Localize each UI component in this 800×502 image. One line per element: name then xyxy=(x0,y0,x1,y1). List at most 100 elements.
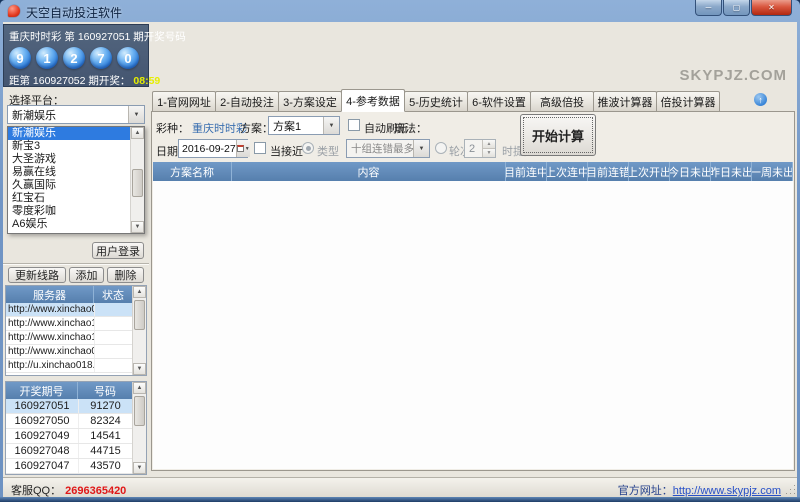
scroll-thumb[interactable] xyxy=(134,396,145,426)
site-link[interactable]: http://www.skypjz.com xyxy=(673,485,781,497)
draw-row[interactable]: 16092704844715 xyxy=(6,444,132,459)
result-col-header[interactable]: 目前连错 xyxy=(588,162,629,181)
draw-ball: 9 xyxy=(9,47,31,69)
app-icon xyxy=(8,5,20,17)
user-login-button[interactable]: 用户登录 xyxy=(92,242,144,259)
add-button[interactable]: 添加 xyxy=(69,267,104,283)
calendar-icon[interactable]: ▼ xyxy=(236,140,250,157)
date-input[interactable]: 2016-09-27 ▼ xyxy=(178,139,248,158)
result-col-header[interactable]: 上次开出 xyxy=(629,162,670,181)
platform-list-item[interactable]: 新宝3 xyxy=(8,140,130,153)
result-table-header: 方案名称内容目前连中上次连中目前连错上次开出今日未出昨日未出一周未出 xyxy=(153,162,793,181)
server-status-cell xyxy=(94,317,132,330)
platform-items: 新潮娱乐新宝3大圣游戏易赢在线久赢国际红宝石零度彩咖A6娱乐 xyxy=(8,127,130,233)
tab-7[interactable]: 高级倍投 xyxy=(530,91,594,112)
scroll-down-icon[interactable]: ▼ xyxy=(131,221,144,233)
start-calculate-button[interactable]: 开始计算 xyxy=(520,114,596,156)
tab-8[interactable]: 推波计算器 xyxy=(593,91,657,112)
server-table: 服务器 状态 http://www.xinchao06...http://www… xyxy=(5,285,147,376)
result-table-body xyxy=(153,181,793,469)
result-col-header[interactable]: 内容 xyxy=(232,162,506,181)
result-col-header[interactable]: 昨日未出 xyxy=(711,162,752,181)
maximize-button[interactable]: ▢ xyxy=(723,0,750,16)
result-col-header[interactable]: 方案名称 xyxy=(153,162,232,181)
update-lines-button[interactable]: 更新线路 xyxy=(8,267,66,283)
draw-number-cell: 43570 xyxy=(78,459,132,473)
tab-3[interactable]: 3-方案设定 xyxy=(278,91,342,112)
spinner-up-icon[interactable]: ▲ xyxy=(483,140,495,148)
platform-list-item[interactable]: 新潮娱乐 xyxy=(8,127,130,140)
chevron-down-icon[interactable]: ▼ xyxy=(413,140,429,157)
calendar-glyph xyxy=(237,145,244,152)
tab-5[interactable]: 5-历史统计 xyxy=(404,91,468,112)
result-col-header[interactable]: 一周未出 xyxy=(752,162,793,181)
scroll-thumb[interactable] xyxy=(134,300,145,330)
delete-button[interactable]: 删除 xyxy=(107,267,144,283)
scroll-down-icon[interactable]: ▼ xyxy=(133,462,146,474)
platform-list-item[interactable]: A6娱乐 xyxy=(8,218,130,231)
draw-row[interactable]: 16092705082324 xyxy=(6,414,132,429)
chevron-down-icon[interactable]: ▼ xyxy=(323,117,339,134)
brand-text: SKYPJZ.COM xyxy=(679,67,787,84)
tab-9[interactable]: 倍投计算器 xyxy=(656,91,720,112)
streak-select[interactable]: 十组连错最多 ▼ xyxy=(346,139,430,158)
round-spinner[interactable]: 2 ▲▼ xyxy=(464,139,496,158)
platform-list-scrollbar[interactable]: ▲ ▼ xyxy=(130,127,144,233)
scroll-down-icon[interactable]: ▼ xyxy=(133,363,146,375)
result-col-header[interactable]: 上次连中 xyxy=(547,162,588,181)
plan-select[interactable]: 方案1 ▼ xyxy=(268,116,340,135)
draw-history-table: 开奖期号 号码 16092705191270160927050823241609… xyxy=(5,381,147,475)
server-table-scrollbar[interactable]: ▲ ▼ xyxy=(132,286,146,375)
spinner-down-icon[interactable]: ▼ xyxy=(483,148,495,157)
draw-number-cell: 82324 xyxy=(78,414,132,428)
titlebar[interactable]: 天空自动投注软件 ─ ▢ ✕ xyxy=(0,0,800,22)
platform-select[interactable]: 新潮娱乐 ▼ xyxy=(7,105,145,124)
draw-row[interactable]: 16092704743570 xyxy=(6,459,132,474)
server-col-header[interactable]: 服务器 xyxy=(6,286,94,303)
tab-1[interactable]: 1-官网网址 xyxy=(152,91,216,112)
draw-row[interactable]: 16092704914541 xyxy=(6,429,132,444)
countdown-value: 08:59 xyxy=(133,75,160,87)
status-col-header[interactable]: 状态 xyxy=(94,286,132,303)
platform-list-item[interactable]: 大圣游戏 xyxy=(8,153,130,166)
server-row[interactable]: http://www.xinchao15... xyxy=(6,317,132,331)
platform-list-item[interactable]: 零度彩咖 xyxy=(8,205,130,218)
close-button[interactable]: ✕ xyxy=(751,0,792,16)
server-row[interactable]: http://www.xinchao06... xyxy=(6,303,132,317)
draw-row[interactable]: 16092705191270 xyxy=(6,399,132,414)
round-radio[interactable] xyxy=(435,142,447,154)
draw-number-cell: 44715 xyxy=(78,444,132,458)
near-checkbox[interactable] xyxy=(254,142,266,154)
qq-value: 2696365420 xyxy=(65,485,126,497)
scroll-up-icon[interactable]: ▲ xyxy=(133,286,146,298)
platform-list-item[interactable]: 红宝石 xyxy=(8,192,130,205)
tab-6[interactable]: 6-软件设置 xyxy=(467,91,531,112)
type-radio[interactable] xyxy=(302,142,314,154)
result-col-header[interactable]: 今日未出 xyxy=(670,162,711,181)
platform-list-item[interactable]: 易赢在线 xyxy=(8,166,130,179)
draw-table-scrollbar[interactable]: ▲ ▼ xyxy=(132,382,146,474)
server-status-cell xyxy=(94,303,132,316)
chevron-down-icon[interactable]: ▼ xyxy=(128,106,144,123)
result-col-header[interactable]: 目前连中 xyxy=(506,162,547,181)
up-arrow-icon[interactable]: ↑ xyxy=(754,93,767,106)
date-value: 2016-09-27 xyxy=(179,143,236,155)
resize-grip[interactable] xyxy=(794,493,795,494)
server-row[interactable]: http://www.xinchao08... xyxy=(6,345,132,359)
platform-dropdown-list: 新潮娱乐新宝3大圣游戏易赢在线久赢国际红宝石零度彩咖A6娱乐 ▲ ▼ xyxy=(7,126,145,234)
server-status-cell xyxy=(94,359,132,372)
platform-list-item[interactable]: 久赢国际 xyxy=(8,179,130,192)
server-url-cell: http://u.xinchao018.c... xyxy=(6,360,94,371)
scroll-up-icon[interactable]: ▲ xyxy=(131,127,144,139)
server-row[interactable]: http://www.xinchao16... xyxy=(6,331,132,345)
minimize-button[interactable]: ─ xyxy=(695,0,722,16)
tab-2[interactable]: 2-自动投注 xyxy=(215,91,279,112)
scroll-thumb[interactable] xyxy=(132,169,143,197)
tab-4[interactable]: 4-参考数据 xyxy=(341,89,405,112)
issue-col-header[interactable]: 开奖期号 xyxy=(6,382,78,399)
number-col-header[interactable]: 号码 xyxy=(78,382,132,399)
auto-refresh-checkbox[interactable] xyxy=(348,119,360,131)
server-row[interactable]: http://u.xinchao018.c... xyxy=(6,359,132,373)
scroll-up-icon[interactable]: ▲ xyxy=(133,382,146,394)
lottery-label: 彩种： xyxy=(156,120,189,136)
